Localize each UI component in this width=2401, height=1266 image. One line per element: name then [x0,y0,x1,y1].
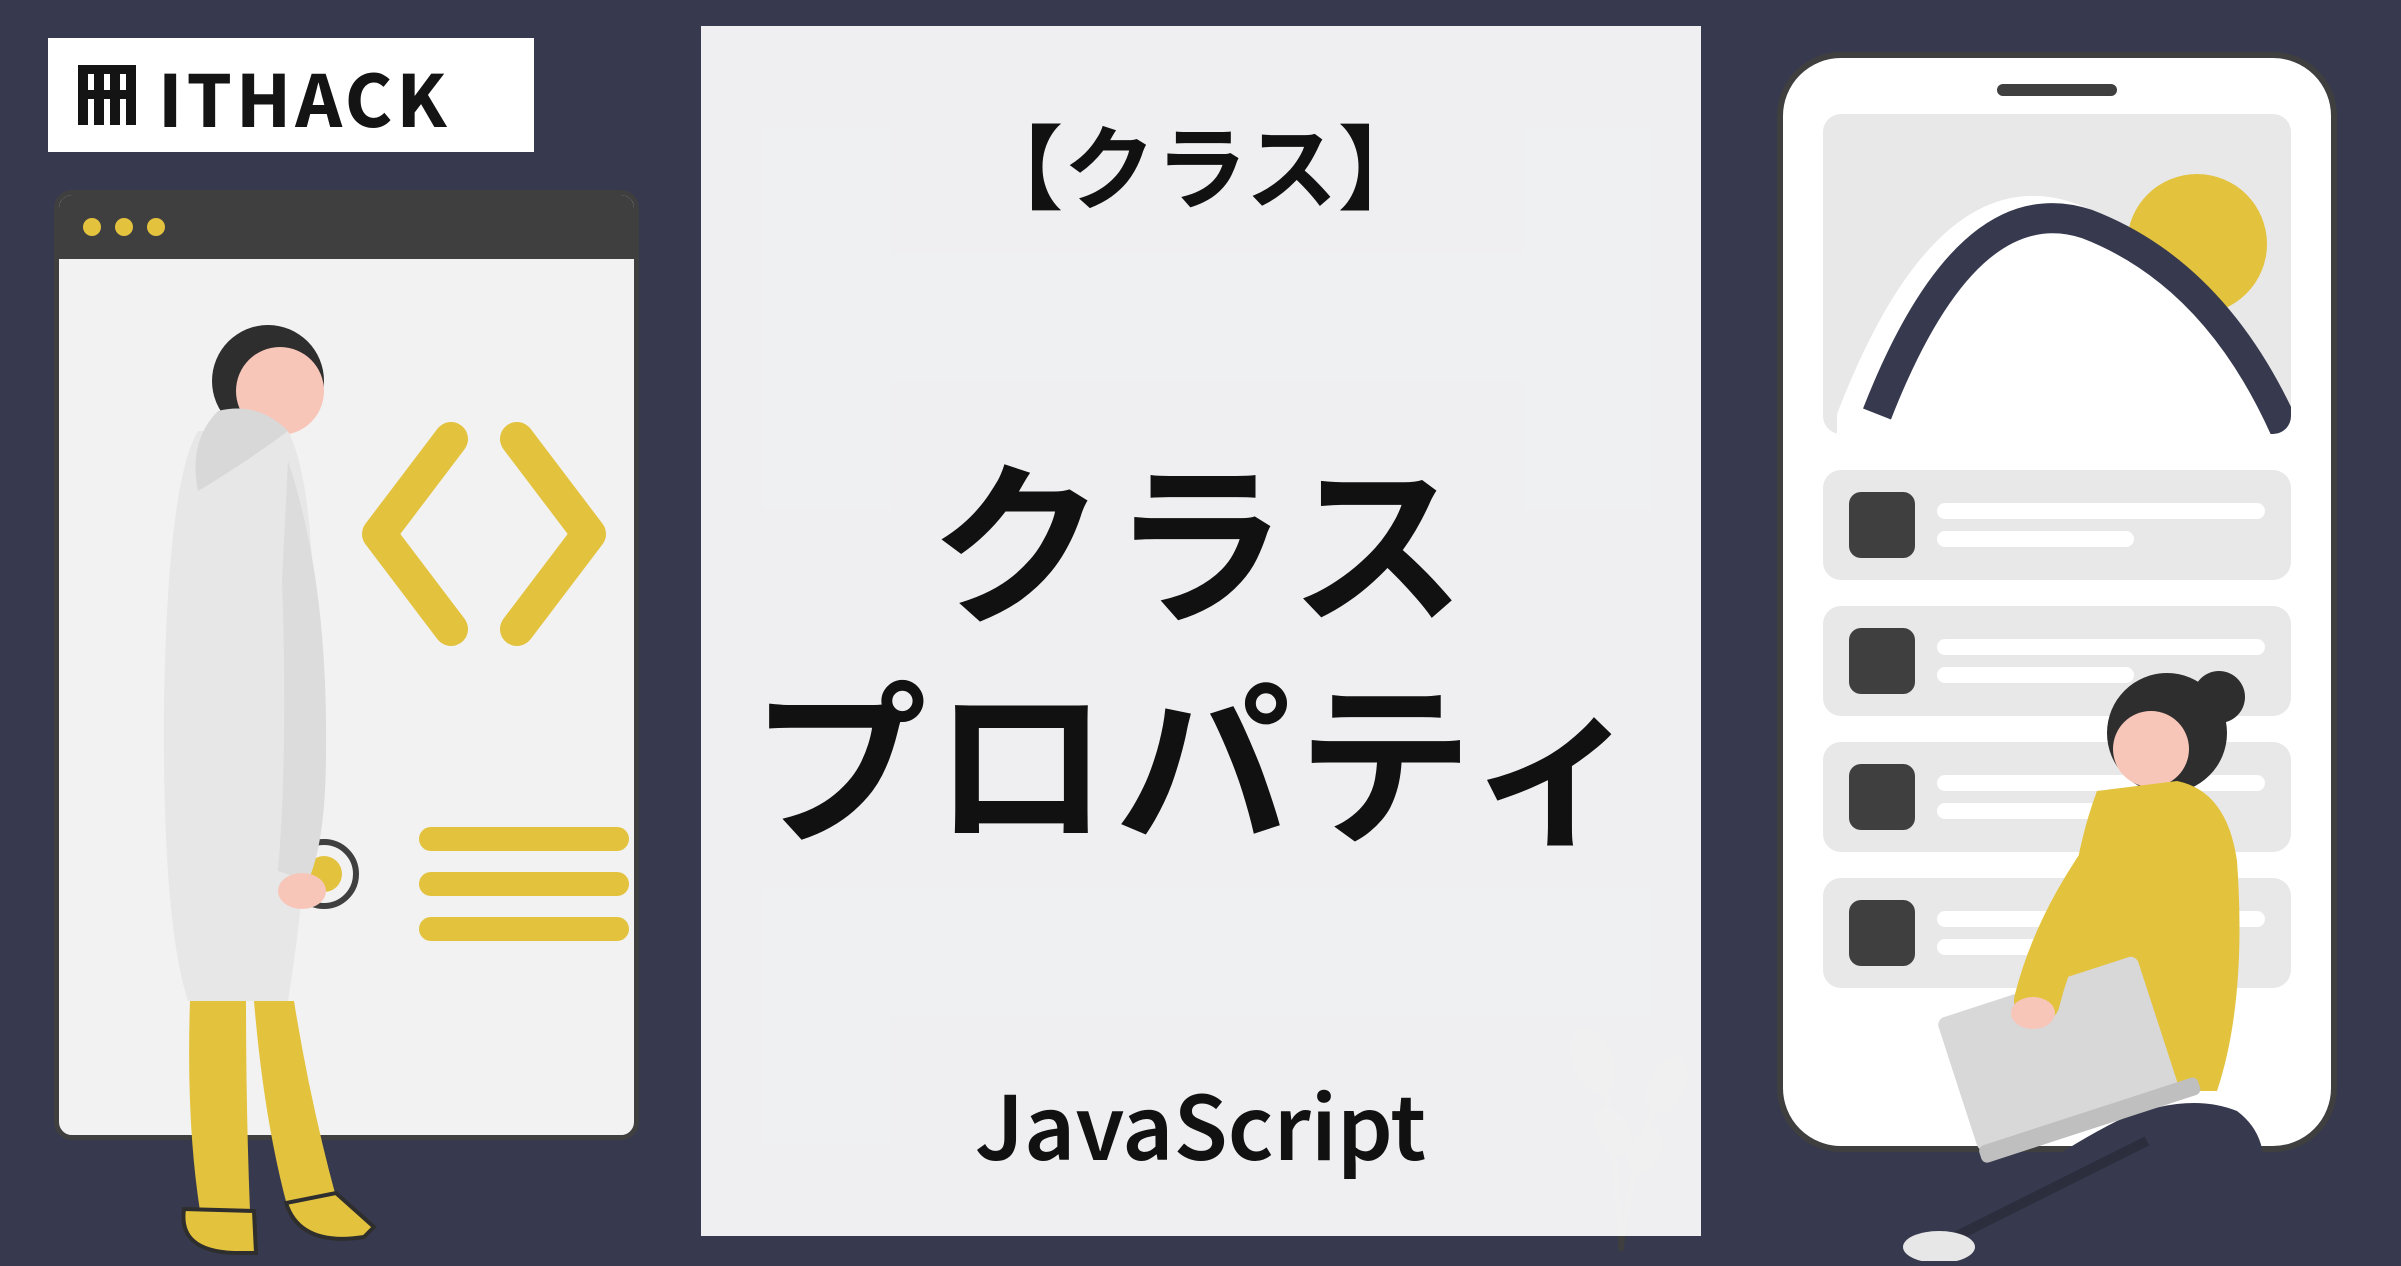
language-label: JavaScript [975,1059,1426,1186]
phone-notch-icon [1997,84,2117,96]
logo-text: ITHACK [158,43,451,148]
title-line-1: クラス [751,424,1650,644]
phone-hero-card [1823,114,2291,434]
window-dot-icon [115,218,133,236]
page-title: クラス プロパティ [751,269,1650,1019]
phone-list-item [1823,470,2291,580]
hamburger-icon [419,819,629,954]
browser-titlebar [59,195,634,259]
sitting-person-illustration [1817,641,2337,1261]
thumb-icon [1849,492,1915,558]
logo-badge: ITHACK [48,38,534,152]
window-dot-icon [83,218,101,236]
title-line-2: プロパティ [751,644,1650,864]
window-dot-icon [147,218,165,236]
standing-person-illustration [78,281,398,1261]
category-label: 【クラス】 [971,96,1429,229]
title-card: 【クラス】 クラス プロパティ JavaScript [701,26,1701,1236]
logo-mark-icon [72,59,144,131]
